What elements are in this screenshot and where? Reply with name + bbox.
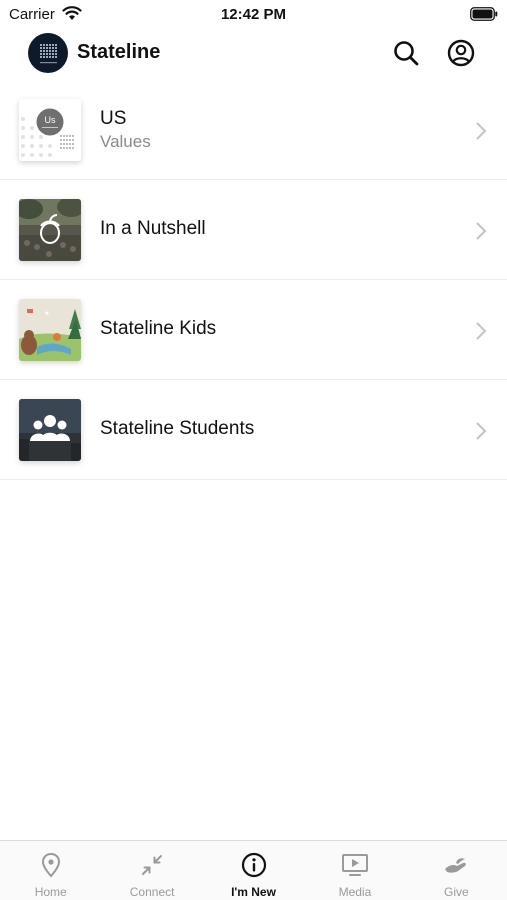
tab-label: Home [34,885,67,899]
list-item-us-values[interactable]: Us US Values [0,80,507,180]
list-item-in-a-nutshell[interactable]: In a Nutshell [0,180,507,280]
tab-home[interactable]: Home [0,841,101,900]
list-item-title: US [100,108,127,129]
logo-mark [40,44,57,64]
tab-bar: Home Connect I'm New Media Give [0,840,507,900]
chevron-right-icon [476,322,487,340]
in-a-nutshell-thumbnail [19,199,81,261]
tab-label: Media [338,885,372,899]
chevron-right-icon [476,122,487,140]
app-header: Stateline [0,30,507,78]
list-item-title: Stateline Kids [100,318,217,339]
tv-play-icon [341,854,368,876]
tab-label: I'm New [231,885,276,899]
collapse-arrows-icon [142,855,163,875]
list-item-title: Stateline Students [100,418,255,439]
location-pin-icon [41,852,60,878]
user-circle-icon[interactable] [446,38,476,68]
chevron-right-icon [476,222,487,240]
list-item-stateline-students[interactable]: Stateline Students [0,380,507,480]
tab-label: Connect [129,885,175,899]
tab-label: Give [443,885,469,899]
status-bar: Carrier 12:42 PM [0,0,507,30]
list-item-subtitle: Values [100,132,151,151]
stateline-logo[interactable] [28,33,68,73]
list-item-title: In a Nutshell [100,218,206,239]
thumb-us-text: Us [45,115,56,125]
chevron-right-icon [476,422,487,440]
hand-give-icon [445,858,467,873]
stateline-kids-thumbnail [19,299,81,361]
content-list: Us US Values In a Nutshell Stateline Kid… [0,80,507,480]
tab-im-new[interactable]: I'm New [203,841,304,900]
tab-connect[interactable]: Connect [101,841,202,900]
tab-give[interactable]: Give [406,841,507,900]
battery-icon [470,7,498,21]
us-values-thumbnail: Us [19,99,81,161]
tab-media[interactable]: Media [304,841,405,900]
search-icon[interactable] [391,38,421,68]
stateline-students-thumbnail [19,399,81,461]
info-circle-icon [241,852,266,878]
app-title: Stateline [77,41,161,63]
status-time: 12:42 PM [220,6,287,23]
list-item-stateline-kids[interactable]: Stateline Kids [0,280,507,380]
